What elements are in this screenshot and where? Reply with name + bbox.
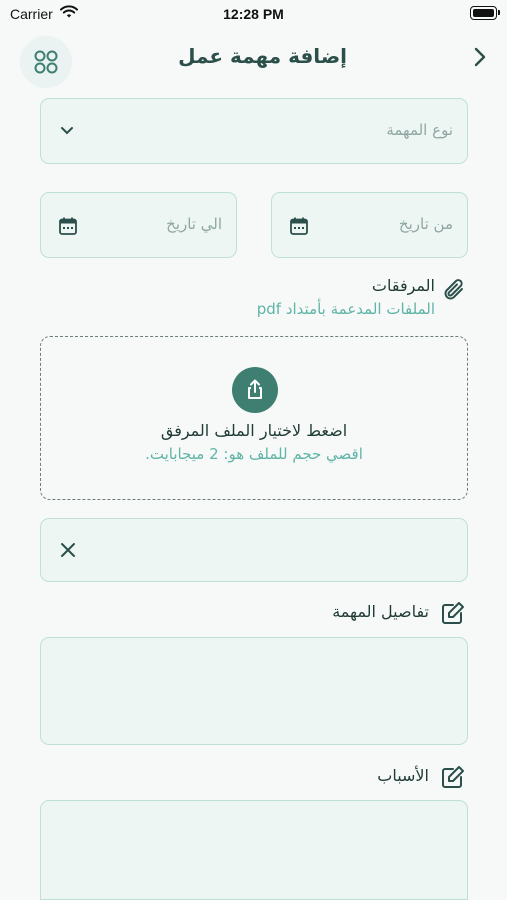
chevron-right-icon[interactable] xyxy=(469,44,491,70)
from-date-field[interactable]: من تاريخ xyxy=(271,192,468,258)
file-upload-dropzone[interactable]: اضغط لاختيار الملف المرفق اقصي حجم للملف… xyxy=(40,336,468,500)
max-size-label: اقصي حجم للملف هو: 2 ميجابايت. xyxy=(145,445,363,463)
upload-prompt: اضغط لاختيار الملف المرفق xyxy=(160,421,348,440)
paperclip-icon xyxy=(440,276,470,306)
task-type-select[interactable]: نوع المهمة xyxy=(40,98,468,164)
task-details-input[interactable] xyxy=(40,637,468,745)
app-header: إضافة مهمة عمل xyxy=(0,30,507,88)
attachments-title: المرفقات xyxy=(371,276,435,295)
from-date-placeholder: من تاريخ xyxy=(398,215,453,233)
status-bar: Carrier 12:28 PM xyxy=(0,0,507,30)
task-details-title: تفاصيل المهمة xyxy=(332,602,429,621)
task-type-placeholder: نوع المهمة xyxy=(386,121,453,139)
grid-icon[interactable] xyxy=(20,36,72,88)
clock: 12:28 PM xyxy=(223,6,284,22)
page-title: إضافة مهمة عمل xyxy=(178,44,347,68)
supported-formats-label: الملفات المدعمة بأمتداد pdf xyxy=(256,300,435,318)
calendar-icon xyxy=(57,215,79,237)
close-icon[interactable] xyxy=(57,539,79,561)
edit-icon xyxy=(438,598,468,628)
battery-icon xyxy=(470,6,500,20)
selected-file-row xyxy=(40,518,468,582)
chevron-down-icon xyxy=(59,123,75,139)
reasons-input[interactable] xyxy=(40,800,468,900)
share-upload-icon xyxy=(232,367,278,413)
to-date-field[interactable]: الي تاريخ xyxy=(40,192,237,258)
edit-icon xyxy=(438,762,468,792)
calendar-icon xyxy=(288,215,310,237)
to-date-placeholder: الي تاريخ xyxy=(166,215,222,233)
reasons-title: الأسباب xyxy=(377,766,429,785)
